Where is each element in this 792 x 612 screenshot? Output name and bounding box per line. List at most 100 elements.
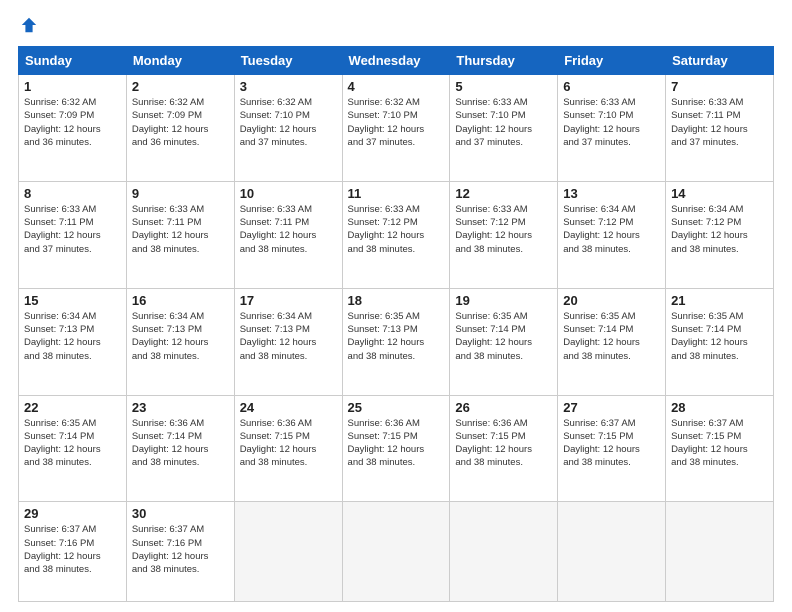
calendar-day-cell: 12 Sunrise: 6:33 AM Sunset: 7:12 PM Dayli…	[450, 181, 558, 288]
calendar-day-cell: 15 Sunrise: 6:34 AM Sunset: 7:13 PM Dayli…	[19, 288, 127, 395]
calendar-day-cell: 25 Sunrise: 6:36 AM Sunset: 7:15 PM Dayli…	[342, 395, 450, 502]
calendar-day-cell	[558, 502, 666, 602]
day-number: 28	[671, 400, 768, 415]
day-info: Sunrise: 6:33 AM Sunset: 7:11 PM Dayligh…	[132, 203, 229, 256]
day-number: 2	[132, 79, 229, 94]
calendar-day-cell: 30 Sunrise: 6:37 AM Sunset: 7:16 PM Dayli…	[126, 502, 234, 602]
day-info: Sunrise: 6:35 AM Sunset: 7:14 PM Dayligh…	[563, 310, 660, 363]
calendar-day-cell: 14 Sunrise: 6:34 AM Sunset: 7:12 PM Dayli…	[666, 181, 774, 288]
calendar-body: 1 Sunrise: 6:32 AM Sunset: 7:09 PM Daylig…	[19, 75, 774, 602]
day-info: Sunrise: 6:37 AM Sunset: 7:15 PM Dayligh…	[671, 417, 768, 470]
calendar-header-row: SundayMondayTuesdayWednesdayThursdayFrid…	[19, 47, 774, 75]
day-info: Sunrise: 6:37 AM Sunset: 7:16 PM Dayligh…	[24, 523, 121, 576]
calendar-day-header: Thursday	[450, 47, 558, 75]
day-info: Sunrise: 6:36 AM Sunset: 7:15 PM Dayligh…	[348, 417, 445, 470]
day-info: Sunrise: 6:35 AM Sunset: 7:13 PM Dayligh…	[348, 310, 445, 363]
calendar-day-cell: 5Sunrise: 6:33 AM Sunset: 7:10 PM Daylig…	[450, 75, 558, 182]
day-number: 29	[24, 506, 121, 521]
day-number: 17	[240, 293, 337, 308]
day-info: Sunrise: 6:35 AM Sunset: 7:14 PM Dayligh…	[671, 310, 768, 363]
calendar-day-header: Saturday	[666, 47, 774, 75]
calendar-week-row: 1 Sunrise: 6:32 AM Sunset: 7:09 PM Daylig…	[19, 75, 774, 182]
calendar-day-cell: 7Sunrise: 6:33 AM Sunset: 7:11 PM Daylig…	[666, 75, 774, 182]
calendar-day-cell: 23 Sunrise: 6:36 AM Sunset: 7:14 PM Dayli…	[126, 395, 234, 502]
day-info: Sunrise: 6:33 AM Sunset: 7:12 PM Dayligh…	[348, 203, 445, 256]
day-info: Sunrise: 6:32 AM Sunset: 7:09 PM Dayligh…	[24, 96, 121, 149]
day-number: 27	[563, 400, 660, 415]
day-number: 21	[671, 293, 768, 308]
calendar-week-row: 15 Sunrise: 6:34 AM Sunset: 7:13 PM Dayli…	[19, 288, 774, 395]
day-number: 26	[455, 400, 552, 415]
day-info: Sunrise: 6:33 AM Sunset: 7:12 PM Dayligh…	[455, 203, 552, 256]
calendar-day-header: Sunday	[19, 47, 127, 75]
day-info: Sunrise: 6:32 AM Sunset: 7:09 PM Dayligh…	[132, 96, 229, 149]
calendar-day-cell	[234, 502, 342, 602]
day-info: Sunrise: 6:34 AM Sunset: 7:13 PM Dayligh…	[24, 310, 121, 363]
calendar-week-row: 22 Sunrise: 6:35 AM Sunset: 7:14 PM Dayli…	[19, 395, 774, 502]
day-number: 9	[132, 186, 229, 201]
day-number: 30	[132, 506, 229, 521]
calendar-day-cell: 10Sunrise: 6:33 AM Sunset: 7:11 PM Dayli…	[234, 181, 342, 288]
day-info: Sunrise: 6:37 AM Sunset: 7:15 PM Dayligh…	[563, 417, 660, 470]
day-info: Sunrise: 6:32 AM Sunset: 7:10 PM Dayligh…	[348, 96, 445, 149]
day-number: 14	[671, 186, 768, 201]
day-number: 24	[240, 400, 337, 415]
day-number: 13	[563, 186, 660, 201]
calendar-day-cell	[342, 502, 450, 602]
day-number: 23	[132, 400, 229, 415]
calendar-day-cell: 17 Sunrise: 6:34 AM Sunset: 7:13 PM Dayli…	[234, 288, 342, 395]
day-info: Sunrise: 6:34 AM Sunset: 7:13 PM Dayligh…	[240, 310, 337, 363]
header	[18, 18, 774, 36]
day-info: Sunrise: 6:32 AM Sunset: 7:10 PM Dayligh…	[240, 96, 337, 149]
day-info: Sunrise: 6:36 AM Sunset: 7:14 PM Dayligh…	[132, 417, 229, 470]
calendar-day-header: Monday	[126, 47, 234, 75]
calendar-day-cell: 29 Sunrise: 6:37 AM Sunset: 7:16 PM Dayli…	[19, 502, 127, 602]
day-info: Sunrise: 6:33 AM Sunset: 7:10 PM Dayligh…	[563, 96, 660, 149]
day-number: 5	[455, 79, 552, 94]
day-number: 4	[348, 79, 445, 94]
calendar-day-header: Tuesday	[234, 47, 342, 75]
day-number: 11	[348, 186, 445, 201]
calendar-day-cell	[666, 502, 774, 602]
day-info: Sunrise: 6:34 AM Sunset: 7:12 PM Dayligh…	[671, 203, 768, 256]
day-info: Sunrise: 6:36 AM Sunset: 7:15 PM Dayligh…	[240, 417, 337, 470]
day-info: Sunrise: 6:37 AM Sunset: 7:16 PM Dayligh…	[132, 523, 229, 576]
page: SundayMondayTuesdayWednesdayThursdayFrid…	[0, 0, 792, 612]
calendar-day-cell: 11 Sunrise: 6:33 AM Sunset: 7:12 PM Dayli…	[342, 181, 450, 288]
day-number: 15	[24, 293, 121, 308]
day-info: Sunrise: 6:34 AM Sunset: 7:12 PM Dayligh…	[563, 203, 660, 256]
calendar-day-cell: 9 Sunrise: 6:33 AM Sunset: 7:11 PM Daylig…	[126, 181, 234, 288]
day-info: Sunrise: 6:35 AM Sunset: 7:14 PM Dayligh…	[24, 417, 121, 470]
day-number: 8	[24, 186, 121, 201]
day-number: 22	[24, 400, 121, 415]
day-number: 10	[240, 186, 337, 201]
calendar-day-cell: 13 Sunrise: 6:34 AM Sunset: 7:12 PM Dayli…	[558, 181, 666, 288]
day-number: 1	[24, 79, 121, 94]
calendar-day-cell: 18 Sunrise: 6:35 AM Sunset: 7:13 PM Dayli…	[342, 288, 450, 395]
calendar-day-header: Wednesday	[342, 47, 450, 75]
calendar-day-cell: 20Sunrise: 6:35 AM Sunset: 7:14 PM Dayli…	[558, 288, 666, 395]
calendar-day-cell: 24 Sunrise: 6:36 AM Sunset: 7:15 PM Dayli…	[234, 395, 342, 502]
calendar-day-cell: 26 Sunrise: 6:36 AM Sunset: 7:15 PM Dayli…	[450, 395, 558, 502]
day-number: 25	[348, 400, 445, 415]
day-number: 19	[455, 293, 552, 308]
calendar-day-cell	[450, 502, 558, 602]
day-info: Sunrise: 6:35 AM Sunset: 7:14 PM Dayligh…	[455, 310, 552, 363]
day-number: 6	[563, 79, 660, 94]
calendar-day-cell: 21 Sunrise: 6:35 AM Sunset: 7:14 PM Dayli…	[666, 288, 774, 395]
logo	[18, 18, 38, 36]
day-number: 18	[348, 293, 445, 308]
day-info: Sunrise: 6:33 AM Sunset: 7:11 PM Dayligh…	[671, 96, 768, 149]
calendar-day-cell: 16Sunrise: 6:34 AM Sunset: 7:13 PM Dayli…	[126, 288, 234, 395]
calendar-day-cell: 3 Sunrise: 6:32 AM Sunset: 7:10 PM Daylig…	[234, 75, 342, 182]
calendar-day-cell: 22 Sunrise: 6:35 AM Sunset: 7:14 PM Dayli…	[19, 395, 127, 502]
day-info: Sunrise: 6:36 AM Sunset: 7:15 PM Dayligh…	[455, 417, 552, 470]
logo-icon	[20, 16, 38, 34]
calendar-day-header: Friday	[558, 47, 666, 75]
calendar-day-cell: 4 Sunrise: 6:32 AM Sunset: 7:10 PM Daylig…	[342, 75, 450, 182]
day-number: 12	[455, 186, 552, 201]
calendar-day-cell: 1 Sunrise: 6:32 AM Sunset: 7:09 PM Daylig…	[19, 75, 127, 182]
day-number: 3	[240, 79, 337, 94]
calendar-week-row: 8 Sunrise: 6:33 AM Sunset: 7:11 PM Daylig…	[19, 181, 774, 288]
day-number: 16	[132, 293, 229, 308]
